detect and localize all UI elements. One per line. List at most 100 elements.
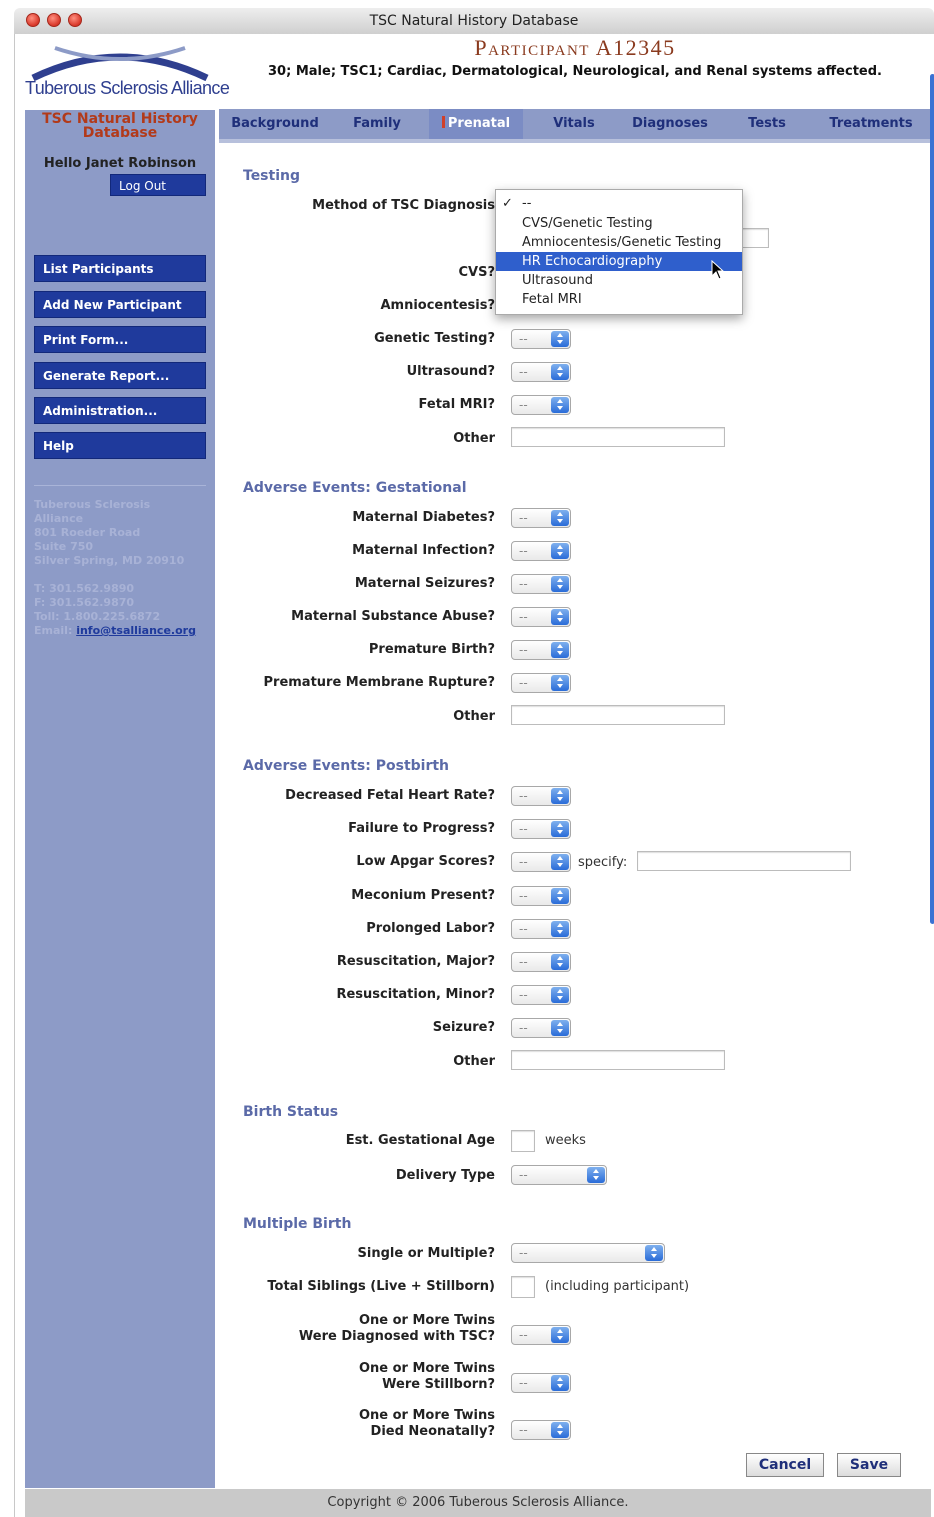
ultrasound-label: Ultrasound? xyxy=(406,364,495,379)
dropdown-option[interactable]: Ultrasound xyxy=(496,271,742,290)
cancel-button[interactable]: Cancel xyxy=(746,1453,824,1477)
dropdown-option[interactable]: Fetal MRI xyxy=(496,290,742,309)
dropdown-option[interactable]: Amniocentesis/Genetic Testing xyxy=(496,233,742,252)
tab-diagnoses[interactable]: Diagnoses xyxy=(619,109,721,139)
method-other-field[interactable] xyxy=(741,228,769,248)
seizure-select[interactable]: -- xyxy=(511,1018,571,1038)
single-or-multiple-label: Single or Multiple? xyxy=(357,1246,495,1261)
testing-other-field[interactable] xyxy=(511,427,725,447)
tab-background[interactable]: Background xyxy=(227,109,323,139)
tab-vitals[interactable]: Vitals xyxy=(537,109,611,139)
twins-tsc-select[interactable]: -- xyxy=(511,1325,571,1345)
genetic-testing-select[interactable]: -- xyxy=(511,329,571,349)
select-arrows-icon xyxy=(551,364,569,380)
alliance-address: Tuberous Sclerosis Alliance 801 Roeder R… xyxy=(34,498,209,638)
select-value: -- xyxy=(519,577,528,591)
browser-window: Tuberous Sclerosis Alliance Participant … xyxy=(14,34,934,1517)
apgar-specify-label: specify: xyxy=(578,855,628,870)
ultrasound-select[interactable]: -- xyxy=(511,362,571,382)
dropdown-option-highlighted[interactable]: HR Echocardiography xyxy=(496,252,742,271)
add-new-participant-button[interactable]: Add New Participant xyxy=(34,291,206,318)
option-label: -- xyxy=(522,196,532,211)
email-label: Email: xyxy=(34,624,73,637)
maternal-infection-select[interactable]: -- xyxy=(511,541,571,561)
select-arrows-icon xyxy=(551,854,569,870)
email-link[interactable]: info@tsalliance.org xyxy=(76,624,196,637)
dropdown-option[interactable]: CVS/Genetic Testing xyxy=(496,214,742,233)
select-arrows-icon xyxy=(551,1422,569,1438)
phone-number: T: 301.562.9890 xyxy=(34,582,135,595)
select-value: -- xyxy=(519,511,528,525)
print-form-button[interactable]: Print Form... xyxy=(34,326,206,353)
membrane-rupture-select[interactable]: -- xyxy=(511,673,571,693)
tab-prenatal[interactable]: Prenatal xyxy=(429,109,523,139)
gestational-other-field[interactable] xyxy=(511,705,725,725)
save-button[interactable]: Save xyxy=(837,1453,901,1477)
administration-button[interactable]: Administration... xyxy=(34,397,206,424)
resuscitation-major-select[interactable]: -- xyxy=(511,952,571,972)
select-value: -- xyxy=(519,1168,528,1182)
select-value: -- xyxy=(519,822,528,836)
apgar-specify-field[interactable] xyxy=(637,851,851,871)
resuscitation-minor-select[interactable]: -- xyxy=(511,985,571,1005)
genetic-testing-label: Genetic Testing? xyxy=(374,331,495,346)
tab-treatments[interactable]: Treatments xyxy=(815,109,927,139)
maternal-diabetes-select[interactable]: -- xyxy=(511,508,571,528)
select-arrows-icon xyxy=(551,1375,569,1391)
gestational-age-field[interactable] xyxy=(511,1130,535,1152)
select-arrows-icon xyxy=(551,1327,569,1343)
prolonged-labor-select[interactable]: -- xyxy=(511,919,571,939)
meconium-select[interactable]: -- xyxy=(511,886,571,906)
diagnosis-method-dropdown[interactable]: ✓ -- CVS/Genetic Testing Amniocentesis/Ge… xyxy=(495,189,743,315)
select-arrows-icon xyxy=(551,609,569,625)
postbirth-other-field[interactable] xyxy=(511,1050,725,1070)
scrollbar[interactable] xyxy=(930,74,934,924)
select-arrows-icon xyxy=(551,675,569,691)
twins-neonatal-select[interactable]: -- xyxy=(511,1420,571,1440)
section-postbirth-title: Adverse Events: Postbirth xyxy=(243,758,450,774)
twins-stillborn-label-line2: Were Stillborn? xyxy=(382,1377,495,1392)
maternal-diabetes-label: Maternal Diabetes? xyxy=(352,510,495,525)
address-line: Silver Spring, MD 20910 xyxy=(34,554,185,567)
select-arrows-icon xyxy=(551,987,569,1003)
fetal-heart-rate-select[interactable]: -- xyxy=(511,786,571,806)
select-arrows-icon xyxy=(551,788,569,804)
select-arrows-icon xyxy=(551,954,569,970)
amniocentesis-label: Amniocentesis? xyxy=(380,298,495,313)
address-line: Alliance xyxy=(34,512,84,525)
maternal-seizures-label: Maternal Seizures? xyxy=(354,576,495,591)
logo-text: Tuberous Sclerosis Alliance xyxy=(25,78,230,98)
membrane-rupture-label: Premature Membrane Rupture? xyxy=(263,675,496,690)
delivery-type-select[interactable]: -- xyxy=(511,1165,607,1185)
premature-birth-select[interactable]: -- xyxy=(511,640,571,660)
select-arrows-icon xyxy=(551,576,569,592)
maternal-substance-select[interactable]: -- xyxy=(511,607,571,627)
low-apgar-select[interactable]: -- xyxy=(511,852,571,872)
gestational-age-label: Est. Gestational Age xyxy=(345,1133,495,1148)
failure-to-progress-select[interactable]: -- xyxy=(511,819,571,839)
logout-button[interactable]: Log Out xyxy=(110,174,206,196)
twins-stillborn-select[interactable]: -- xyxy=(511,1373,571,1393)
tab-tests[interactable]: Tests xyxy=(735,109,799,139)
single-or-multiple-select[interactable]: -- xyxy=(511,1243,665,1263)
generate-report-button[interactable]: Generate Report... xyxy=(34,362,206,389)
select-value: -- xyxy=(519,676,528,690)
select-value: -- xyxy=(519,922,528,936)
tab-family[interactable]: Family xyxy=(337,109,417,139)
twins-tsc-label-line1: One or More Twins xyxy=(358,1313,495,1328)
maternal-seizures-select[interactable]: -- xyxy=(511,574,571,594)
select-arrows-icon xyxy=(551,331,569,347)
dropdown-option[interactable]: ✓ -- xyxy=(496,194,742,213)
window-titlebar: TSC Natural History Database xyxy=(14,8,934,35)
tollfree-number: Toll: 1.800.225.6872 xyxy=(34,610,161,623)
weeks-label: weeks xyxy=(545,1133,586,1148)
fetal-mri-select[interactable]: -- xyxy=(511,395,571,415)
list-participants-button[interactable]: List Participants xyxy=(34,255,206,282)
including-participant-note: (including participant) xyxy=(545,1279,690,1294)
twins-neonatal-label: One or More Twins Died Neonatally? xyxy=(359,1408,495,1440)
select-value: -- xyxy=(519,1423,528,1437)
total-siblings-field[interactable] xyxy=(511,1276,535,1298)
help-button[interactable]: Help xyxy=(34,432,206,459)
low-apgar-label: Low Apgar Scores? xyxy=(356,854,495,869)
select-value: -- xyxy=(519,610,528,624)
